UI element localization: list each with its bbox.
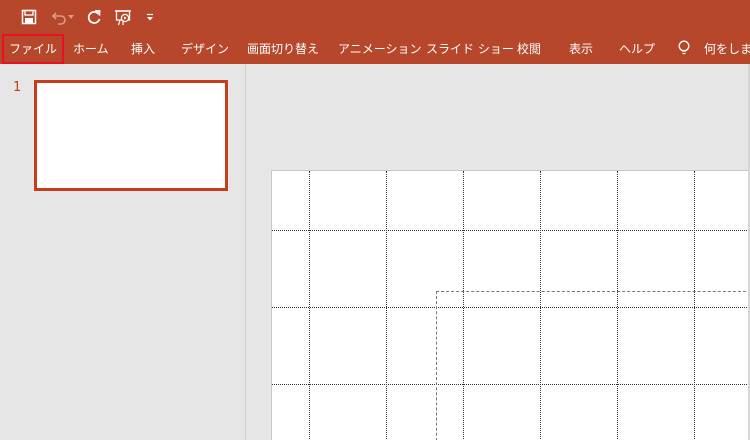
- lightbulb-icon[interactable]: [677, 34, 693, 64]
- slide-canvas[interactable]: [271, 170, 750, 440]
- tab-home[interactable]: ホーム: [73, 34, 109, 64]
- slide-number: 1: [13, 80, 22, 95]
- tab-review[interactable]: 校閲: [517, 34, 541, 64]
- tell-me-search[interactable]: 何をしますか: [704, 34, 750, 64]
- tab-slide-show[interactable]: スライド ショー: [426, 34, 514, 64]
- save-icon[interactable]: [19, 7, 39, 27]
- guide-vertical: [386, 171, 387, 440]
- slide-thumbnail[interactable]: [34, 80, 228, 191]
- tab-transitions[interactable]: 画面切り替え: [247, 34, 319, 64]
- tab-design[interactable]: デザイン: [181, 34, 229, 64]
- quick-access-toolbar: [0, 0, 750, 34]
- ribbon-tabs: ファイル ホーム 挿入 デザイン 画面切り替え アニメーション スライド ショー…: [0, 34, 750, 64]
- tab-insert[interactable]: 挿入: [131, 34, 155, 64]
- customize-dropdown-icon[interactable]: [143, 7, 157, 27]
- slide-thumbnail-pane: 1: [0, 64, 246, 440]
- redo-icon[interactable]: [84, 7, 104, 27]
- guide-vertical: [309, 171, 310, 440]
- start-from-beginning-icon[interactable]: [113, 7, 133, 27]
- tab-file[interactable]: ファイル: [2, 34, 64, 64]
- tab-animations[interactable]: アニメーション: [338, 34, 422, 64]
- guide-horizontal: [272, 230, 750, 231]
- undo-dropdown-icon[interactable]: [66, 7, 76, 27]
- tab-help[interactable]: ヘルプ: [619, 34, 655, 64]
- tab-view[interactable]: 表示: [569, 34, 593, 64]
- content-placeholder[interactable]: [436, 291, 750, 440]
